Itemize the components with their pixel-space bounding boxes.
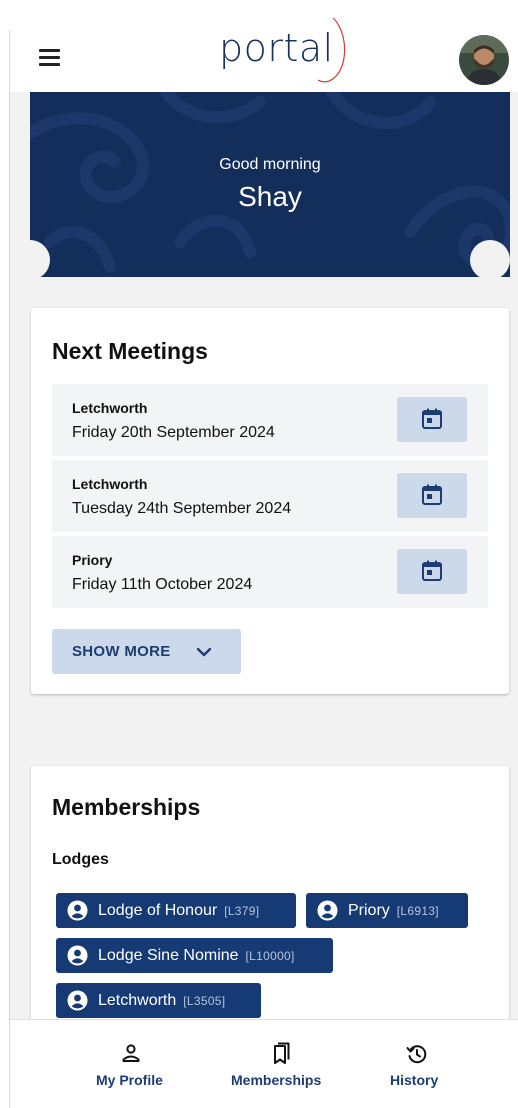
meeting-venue: Priory	[72, 552, 113, 568]
meeting-date: Friday 20th September 2024	[72, 424, 275, 441]
lodge-code: [L10000]	[245, 949, 295, 963]
nav-label: Memberships	[231, 1072, 322, 1088]
lodge-chip[interactable]: Lodge of Honour [L379]	[56, 893, 296, 928]
person-outline-icon	[122, 1044, 140, 1062]
lodge-chip[interactable]: Letchworth [L3505]	[56, 983, 261, 1018]
user-avatar[interactable]	[459, 35, 509, 85]
hero-corner-left	[10, 240, 50, 280]
nav-my-profile[interactable]: My Profile	[80, 1020, 180, 1108]
bottom-nav: My Profile Memberships History	[10, 1019, 518, 1108]
nav-memberships[interactable]: Memberships	[220, 1020, 340, 1108]
card-title: Next Meetings	[52, 338, 208, 364]
meeting-venue: Letchworth	[72, 476, 148, 492]
person-icon	[317, 900, 338, 921]
meeting-date: Tuesday 24th September 2024	[72, 500, 292, 517]
lodge-name: Priory	[348, 902, 390, 919]
calendar-icon	[422, 484, 442, 505]
portal-logo[interactable]: portal	[219, 18, 349, 90]
calendar-icon	[422, 408, 442, 429]
lodge-chip[interactable]: Priory [L6913]	[306, 893, 468, 928]
nav-history[interactable]: History	[380, 1020, 460, 1108]
meeting-date: Friday 11th October 2024	[72, 576, 253, 593]
add-to-calendar-button[interactable]	[397, 397, 467, 442]
lodges-label: Lodges	[52, 851, 109, 868]
lodge-name: Lodge Sine Nomine	[98, 947, 239, 964]
meeting-venue: Letchworth	[72, 400, 148, 416]
meeting-row: Priory Friday 11th October 2024	[52, 536, 488, 608]
lodge-code: [L6913]	[396, 904, 439, 918]
person-icon	[67, 945, 88, 966]
lodge-chip[interactable]: Lodge Sine Nomine [L10000]	[56, 938, 333, 973]
add-to-calendar-button[interactable]	[397, 549, 467, 594]
show-more-label: SHOW MORE	[72, 643, 171, 660]
logo-text: portal	[219, 26, 334, 70]
hamburger-menu-icon[interactable]	[38, 48, 62, 68]
greeting-text: Good morning	[219, 156, 321, 173]
user-name: Shay	[238, 181, 302, 212]
person-icon	[67, 900, 88, 921]
lodge-code: [L3505]	[183, 994, 226, 1008]
chevron-down-icon	[196, 647, 212, 657]
person-icon	[67, 990, 88, 1011]
nav-label: History	[390, 1072, 439, 1088]
history-icon	[406, 1045, 427, 1064]
lodge-name: Letchworth	[98, 992, 177, 1009]
hero-corner-right	[470, 240, 510, 280]
bookmarks-icon	[274, 1042, 290, 1064]
add-to-calendar-button[interactable]	[397, 473, 467, 518]
left-divider	[9, 30, 10, 1108]
nav-label: My Profile	[96, 1072, 163, 1088]
lodge-code: [L379]	[224, 904, 260, 918]
card-title: Memberships	[52, 794, 201, 820]
next-meetings-card: Next Meetings Letchworth Friday 20th Sep…	[31, 308, 509, 694]
meeting-row: Letchworth Friday 20th September 2024	[52, 384, 488, 456]
show-more-button[interactable]: SHOW MORE	[52, 629, 241, 674]
calendar-icon	[422, 560, 442, 581]
lodge-name: Lodge of Honour	[98, 902, 218, 919]
meeting-row: Letchworth Tuesday 24th September 2024	[52, 460, 488, 532]
app-header: portal	[10, 0, 518, 92]
